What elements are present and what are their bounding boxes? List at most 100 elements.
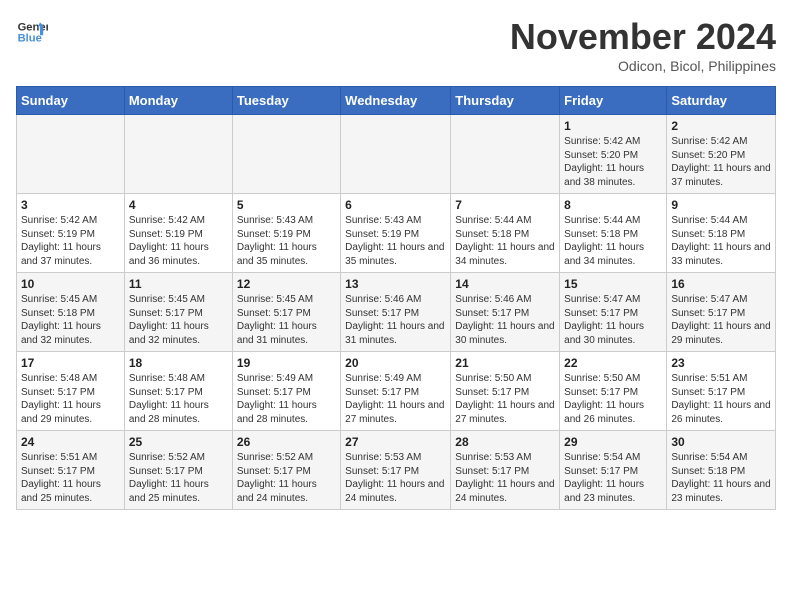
calendar-day-cell: 28 Sunrise: 5:53 AMSunset: 5:17 PMDayligh… (451, 431, 560, 510)
day-info: Sunrise: 5:49 AMSunset: 5:17 PMDaylight:… (345, 372, 446, 426)
day-info: Sunrise: 5:47 AMSunset: 5:17 PMDaylight:… (671, 293, 771, 347)
calendar-table: SundayMondayTuesdayWednesdayThursdayFrid… (16, 86, 776, 510)
calendar-day-cell: 17 Sunrise: 5:48 AMSunset: 5:17 PMDayligh… (17, 352, 125, 431)
day-number: 27 (345, 435, 446, 449)
calendar-day-cell (341, 115, 451, 194)
calendar-day-cell (232, 115, 340, 194)
day-number: 28 (455, 435, 555, 449)
calendar-day-cell: 16 Sunrise: 5:47 AMSunset: 5:17 PMDayligh… (667, 273, 776, 352)
calendar-day-cell (451, 115, 560, 194)
day-number: 15 (564, 277, 662, 291)
day-number: 11 (129, 277, 228, 291)
weekday-header-cell: Sunday (17, 87, 125, 115)
calendar-week-row: 10 Sunrise: 5:45 AMSunset: 5:18 PMDayligh… (17, 273, 776, 352)
day-number: 23 (671, 356, 771, 370)
calendar-day-cell: 30 Sunrise: 5:54 AMSunset: 5:18 PMDayligh… (667, 431, 776, 510)
page-header: General Blue November 2024 Odicon, Bicol… (16, 16, 776, 74)
day-number: 25 (129, 435, 228, 449)
day-info: Sunrise: 5:54 AMSunset: 5:18 PMDaylight:… (671, 451, 771, 505)
calendar-day-cell: 7 Sunrise: 5:44 AMSunset: 5:18 PMDaylight… (451, 194, 560, 273)
day-info: Sunrise: 5:42 AMSunset: 5:19 PMDaylight:… (21, 214, 120, 268)
day-info: Sunrise: 5:48 AMSunset: 5:17 PMDaylight:… (21, 372, 120, 426)
day-info: Sunrise: 5:47 AMSunset: 5:17 PMDaylight:… (564, 293, 662, 347)
day-info: Sunrise: 5:51 AMSunset: 5:17 PMDaylight:… (671, 372, 771, 426)
day-number: 29 (564, 435, 662, 449)
day-number: 5 (237, 198, 336, 212)
calendar-day-cell: 1 Sunrise: 5:42 AMSunset: 5:20 PMDaylight… (560, 115, 667, 194)
day-info: Sunrise: 5:53 AMSunset: 5:17 PMDaylight:… (345, 451, 446, 505)
day-number: 17 (21, 356, 120, 370)
calendar-day-cell: 19 Sunrise: 5:49 AMSunset: 5:17 PMDayligh… (232, 352, 340, 431)
calendar-day-cell: 14Sunrise: 5:46 AMSunset: 5:17 PMDayligh… (451, 273, 560, 352)
day-info: Sunrise: 5:44 AMSunset: 5:18 PMDaylight:… (564, 214, 662, 268)
calendar-day-cell: 8 Sunrise: 5:44 AMSunset: 5:18 PMDaylight… (560, 194, 667, 273)
calendar-body: 1 Sunrise: 5:42 AMSunset: 5:20 PMDaylight… (17, 115, 776, 510)
calendar-day-cell: 26 Sunrise: 5:52 AMSunset: 5:17 PMDayligh… (232, 431, 340, 510)
day-number: 22 (564, 356, 662, 370)
calendar-day-cell: 23 Sunrise: 5:51 AMSunset: 5:17 PMDayligh… (667, 352, 776, 431)
month-title: November 2024 (510, 16, 776, 58)
day-info: Sunrise: 5:42 AMSunset: 5:20 PMDaylight:… (564, 135, 662, 189)
calendar-day-cell: 27 Sunrise: 5:53 AMSunset: 5:17 PMDayligh… (341, 431, 451, 510)
day-number: 2 (671, 119, 771, 133)
day-number: 7 (455, 198, 555, 212)
weekday-header-row: SundayMondayTuesdayWednesdayThursdayFrid… (17, 87, 776, 115)
day-number: 16 (671, 277, 771, 291)
day-info: Sunrise: 5:49 AMSunset: 5:17 PMDaylight:… (237, 372, 336, 426)
day-info: Sunrise: 5:42 AMSunset: 5:19 PMDaylight:… (129, 214, 228, 268)
day-info: Sunrise: 5:50 AMSunset: 5:17 PMDaylight:… (564, 372, 662, 426)
calendar-day-cell: 18Sunrise: 5:48 AMSunset: 5:17 PMDayligh… (124, 352, 232, 431)
calendar-day-cell: 15 Sunrise: 5:47 AMSunset: 5:17 PMDayligh… (560, 273, 667, 352)
calendar-day-cell (124, 115, 232, 194)
calendar-week-row: 1 Sunrise: 5:42 AMSunset: 5:20 PMDaylight… (17, 115, 776, 194)
day-info: Sunrise: 5:46 AMSunset: 5:17 PMDaylight:… (455, 293, 555, 347)
day-info: Sunrise: 5:43 AMSunset: 5:19 PMDaylight:… (345, 214, 446, 268)
weekday-header-cell: Tuesday (232, 87, 340, 115)
day-info: Sunrise: 5:52 AMSunset: 5:17 PMDaylight:… (129, 451, 228, 505)
day-number: 3 (21, 198, 120, 212)
day-info: Sunrise: 5:48 AMSunset: 5:17 PMDaylight:… (129, 372, 228, 426)
day-info: Sunrise: 5:54 AMSunset: 5:17 PMDaylight:… (564, 451, 662, 505)
day-info: Sunrise: 5:45 AMSunset: 5:17 PMDaylight:… (129, 293, 228, 347)
calendar-day-cell: 11 Sunrise: 5:45 AMSunset: 5:17 PMDayligh… (124, 273, 232, 352)
calendar-day-cell: 5 Sunrise: 5:43 AMSunset: 5:19 PMDaylight… (232, 194, 340, 273)
calendar-day-cell: 4 Sunrise: 5:42 AMSunset: 5:19 PMDaylight… (124, 194, 232, 273)
day-info: Sunrise: 5:44 AMSunset: 5:18 PMDaylight:… (671, 214, 771, 268)
day-info: Sunrise: 5:46 AMSunset: 5:17 PMDaylight:… (345, 293, 446, 347)
day-info: Sunrise: 5:44 AMSunset: 5:18 PMDaylight:… (455, 214, 555, 268)
day-number: 8 (564, 198, 662, 212)
svg-text:Blue: Blue (18, 33, 42, 45)
calendar-day-cell: 9Sunrise: 5:44 AMSunset: 5:18 PMDaylight… (667, 194, 776, 273)
calendar-day-cell: 10 Sunrise: 5:45 AMSunset: 5:18 PMDayligh… (17, 273, 125, 352)
svg-text:General: General (18, 21, 48, 33)
day-number: 26 (237, 435, 336, 449)
day-info: Sunrise: 5:45 AMSunset: 5:18 PMDaylight:… (21, 293, 120, 347)
calendar-week-row: 24Sunrise: 5:51 AMSunset: 5:17 PMDayligh… (17, 431, 776, 510)
day-info: Sunrise: 5:53 AMSunset: 5:17 PMDaylight:… (455, 451, 555, 505)
calendar-day-cell: 25 Sunrise: 5:52 AMSunset: 5:17 PMDayligh… (124, 431, 232, 510)
day-number: 30 (671, 435, 771, 449)
day-number: 20 (345, 356, 446, 370)
weekday-header-cell: Monday (124, 87, 232, 115)
calendar-week-row: 3 Sunrise: 5:42 AMSunset: 5:19 PMDaylight… (17, 194, 776, 273)
day-number: 21 (455, 356, 555, 370)
weekday-header-cell: Wednesday (341, 87, 451, 115)
day-info: Sunrise: 5:52 AMSunset: 5:17 PMDaylight:… (237, 451, 336, 505)
day-number: 13 (345, 277, 446, 291)
calendar-day-cell: 2Sunrise: 5:42 AMSunset: 5:20 PMDaylight… (667, 115, 776, 194)
calendar-day-cell (17, 115, 125, 194)
day-number: 6 (345, 198, 446, 212)
calendar-day-cell: 3 Sunrise: 5:42 AMSunset: 5:19 PMDaylight… (17, 194, 125, 273)
day-number: 10 (21, 277, 120, 291)
day-number: 1 (564, 119, 662, 133)
calendar-day-cell: 20 Sunrise: 5:49 AMSunset: 5:17 PMDayligh… (341, 352, 451, 431)
location: Odicon, Bicol, Philippines (510, 58, 776, 74)
day-number: 4 (129, 198, 228, 212)
day-info: Sunrise: 5:50 AMSunset: 5:17 PMDaylight:… (455, 372, 555, 426)
day-number: 19 (237, 356, 336, 370)
day-info: Sunrise: 5:43 AMSunset: 5:19 PMDaylight:… (237, 214, 336, 268)
day-info: Sunrise: 5:45 AMSunset: 5:17 PMDaylight:… (237, 293, 336, 347)
title-block: November 2024 Odicon, Bicol, Philippines (510, 16, 776, 74)
weekday-header-cell: Saturday (667, 87, 776, 115)
calendar-week-row: 17 Sunrise: 5:48 AMSunset: 5:17 PMDayligh… (17, 352, 776, 431)
